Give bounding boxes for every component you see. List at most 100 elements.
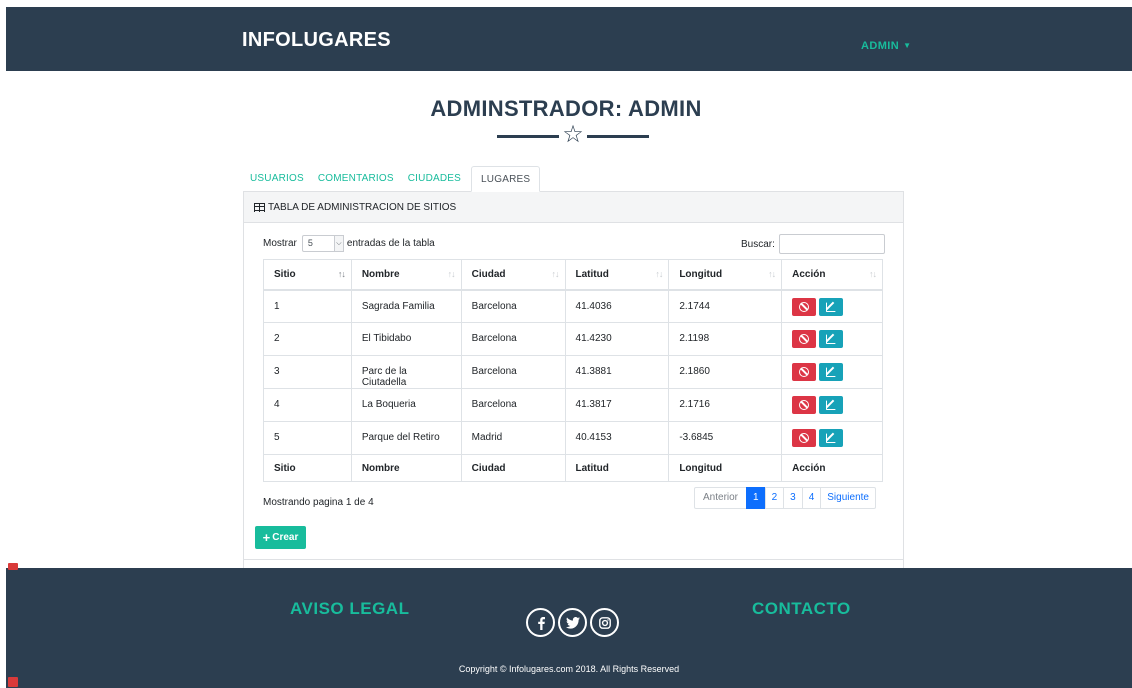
edit-icon <box>826 433 837 443</box>
cell-sitio: 5 <box>263 421 352 455</box>
table-icon <box>254 202 265 212</box>
social-links <box>526 608 619 637</box>
edit-icon <box>826 367 837 377</box>
sort-icon: ↑↓ <box>337 269 346 279</box>
footer-cell-ciudad: Ciudad <box>460 454 566 482</box>
cell-ciudad: Madrid <box>460 421 566 455</box>
cell-latitud: 41.3817 <box>564 388 669 422</box>
tab-lugares[interactable]: LUGARES <box>471 166 541 192</box>
search-input[interactable] <box>778 234 885 254</box>
user-menu-dropdown[interactable]: ADMIN ▼ <box>861 40 911 52</box>
edit-icon <box>826 334 837 344</box>
page-size-select[interactable]: 5 ⌵ <box>301 235 344 252</box>
page-title: ADMINSTRADOR: ADMIN <box>430 96 702 121</box>
delete-button[interactable] <box>792 330 817 348</box>
legal-notice-heading[interactable]: AVISO LEGAL <box>290 599 409 619</box>
footer-cell-longitud: Longitud <box>668 454 782 482</box>
cell-nombre: Sagrada Familia <box>350 289 462 323</box>
title-divider: ☆ <box>497 121 649 148</box>
pagination-page-2[interactable]: 2 <box>764 487 785 509</box>
delete-button[interactable] <box>792 396 817 414</box>
tab-ciudades[interactable]: CIUDADES <box>401 166 468 192</box>
plus-icon: + <box>262 529 271 545</box>
pagination-prev[interactable]: Anterior <box>694 487 748 509</box>
ban-icon <box>799 301 810 312</box>
cell-longitud: 2.1860 <box>668 355 782 389</box>
star-icon: ☆ <box>562 121 584 148</box>
cell-longitud: 2.1198 <box>668 322 782 356</box>
pagination-page-3[interactable]: 3 <box>783 487 803 509</box>
delete-button[interactable] <box>792 363 817 381</box>
cell-nombre: Parque del Retiro <box>350 421 462 455</box>
edit-button[interactable] <box>819 330 844 348</box>
ban-icon <box>799 400 810 410</box>
entries-label: entradas de la tabla <box>346 238 435 249</box>
table-row: 2 El Tibidabo Barcelona 41.4230 2.1198 <box>263 322 883 356</box>
site-footer: AVISO LEGAL CONTACTO Copyright © Infolug… <box>6 568 1132 688</box>
column-header-nombre[interactable]: Nombre ↑↓ <box>350 259 462 291</box>
card-header: TABLA DE ADMINISTRACION DE SITIOS <box>244 192 903 223</box>
column-header-sitio[interactable]: Sitio ↑↓ <box>263 259 352 291</box>
edit-icon <box>826 400 837 410</box>
footer-cell-sitio: Sitio <box>263 454 352 482</box>
tab-comentarios[interactable]: COMENTARIOS <box>311 166 401 192</box>
tab-usuarios[interactable]: USUARIOS <box>243 166 311 192</box>
footer-cell-nombre: Nombre <box>350 454 462 482</box>
cell-latitud: 41.4036 <box>564 289 669 323</box>
facebook-icon[interactable] <box>526 608 555 637</box>
cell-sitio: 3 <box>263 355 352 389</box>
create-label: Crear <box>272 532 299 543</box>
pagination-next[interactable]: Siguiente <box>820 487 876 509</box>
sort-icon: ↑↓ <box>869 269 877 279</box>
cell-accion <box>781 388 883 422</box>
pagination-page-1[interactable]: 1 <box>746 487 766 509</box>
table-row: 4 La Boqueria Barcelona 41.3817 2.1716 <box>263 388 883 422</box>
pagination-page-4[interactable]: 4 <box>801 487 822 509</box>
cell-longitud: 2.1744 <box>668 289 782 323</box>
cell-ciudad: Barcelona <box>460 355 566 389</box>
column-header-longitud[interactable]: Longitud ↑↓ <box>668 259 782 291</box>
sites-admin-card: TABLA DE ADMINISTRACION DE SITIOS Mostra… <box>243 191 904 571</box>
brand-logo[interactable]: INFOLUGARES <box>242 29 391 52</box>
table-row: 3 Parc de la Ciutadella Barcelona 41.388… <box>263 355 883 389</box>
delete-button[interactable] <box>792 429 817 447</box>
table-row: 5 Parque del Retiro Madrid 40.4153 -3.68… <box>263 421 883 455</box>
broken-image-icon <box>8 563 18 570</box>
column-header-accion[interactable]: Acción ↑↓ <box>781 259 883 291</box>
admin-tabs: USUARIOS COMENTARIOS CIUDADES LUGARES <box>243 166 541 192</box>
sort-icon: ↑↓ <box>655 269 663 279</box>
delete-button[interactable] <box>792 297 817 316</box>
edit-button[interactable] <box>819 297 844 316</box>
cell-nombre: La Boqueria <box>350 388 462 422</box>
twitter-icon[interactable] <box>558 608 587 637</box>
card-divider <box>244 559 903 560</box>
cell-accion <box>781 355 883 389</box>
ban-icon <box>799 433 810 443</box>
navbar: INFOLUGARES ADMIN ▼ <box>6 7 1132 71</box>
table-row: 1 Sagrada Familia Barcelona 41.4036 2.17… <box>263 289 883 323</box>
cell-latitud: 41.4230 <box>564 322 669 356</box>
cell-accion <box>781 421 883 455</box>
edit-icon <box>826 301 837 312</box>
divider-line <box>587 135 649 138</box>
contact-heading[interactable]: CONTACTO <box>752 599 851 619</box>
sort-icon: ↑↓ <box>768 269 776 279</box>
edit-button[interactable] <box>819 396 844 414</box>
sort-icon: ↑↓ <box>551 269 560 279</box>
cell-sitio: 1 <box>263 289 352 323</box>
column-header-latitud[interactable]: Latitud ↑↓ <box>564 259 669 291</box>
cell-latitud: 40.4153 <box>564 421 669 455</box>
instagram-icon[interactable] <box>590 608 619 637</box>
edit-button[interactable] <box>819 429 844 447</box>
edit-button[interactable] <box>819 363 844 381</box>
search-label: Buscar: <box>741 238 775 250</box>
page-size-value: 5 <box>307 238 313 248</box>
search-control: Buscar: <box>741 234 885 254</box>
show-label: Mostrar <box>263 238 297 249</box>
ban-icon <box>799 367 810 377</box>
column-header-ciudad[interactable]: Ciudad ↑↓ <box>460 259 566 291</box>
pagination: Anterior 1 2 3 4 Siguiente <box>694 487 876 509</box>
create-button[interactable]: + Crear <box>255 526 306 549</box>
user-menu-label: ADMIN <box>861 40 900 52</box>
chevron-down-icon: ⌵ <box>333 235 344 252</box>
